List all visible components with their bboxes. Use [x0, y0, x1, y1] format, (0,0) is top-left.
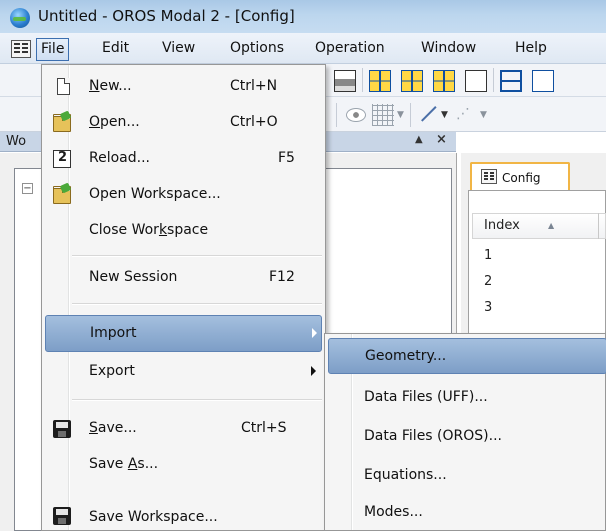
- new-document-icon: [57, 78, 70, 95]
- table-row-index[interactable]: 1: [484, 248, 492, 263]
- menu-help[interactable]: Help: [511, 38, 551, 61]
- chevron-down-icon[interactable]: ▼: [397, 110, 404, 120]
- submenu-item-label: Modes...: [364, 504, 423, 520]
- shortcut-label: Ctrl+O: [230, 114, 278, 130]
- save-workspace-icon: [53, 507, 71, 525]
- chevron-down-icon[interactable]: ▼: [480, 110, 487, 120]
- document-view-icon[interactable]: [465, 70, 487, 92]
- menu-item-label: Import: [90, 325, 137, 341]
- column-divider[interactable]: [598, 213, 599, 239]
- menu-item-import[interactable]: Import: [45, 315, 322, 352]
- submenu-item-data-files-uff[interactable]: Data Files (UFF)...: [328, 380, 606, 416]
- submenu-item-equations[interactable]: Equations...: [328, 458, 606, 494]
- arrow-tool-icon[interactable]: ⋰: [456, 106, 478, 128]
- config-tab-icon: [481, 169, 497, 184]
- workspace-pane-title: Wo: [6, 134, 27, 149]
- submenu-item-geometry[interactable]: Geometry...: [328, 338, 606, 374]
- app-globe-icon[interactable]: [10, 8, 30, 28]
- menu-item-open-workspace[interactable]: Open Workspace...: [45, 177, 322, 213]
- menu-item-close-workspace[interactable]: Close Workspace: [45, 213, 322, 249]
- close-icon[interactable]: ×: [436, 132, 447, 147]
- window-title: Untitled - OROS Modal 2 - [Config]: [38, 7, 295, 25]
- menu-item-open[interactable]: Open... Ctrl+O: [45, 105, 322, 141]
- submenu-item-label: Geometry...: [365, 348, 447, 364]
- document-menu-icon[interactable]: [11, 40, 31, 58]
- menu-separator: [72, 399, 322, 401]
- sort-ascending-icon: ▲: [548, 221, 555, 230]
- submenu-arrow-icon: [312, 328, 317, 338]
- shortcut-label: F5: [278, 150, 295, 166]
- tab-config-label: Config: [502, 171, 541, 185]
- file-menu: New... Ctrl+N Open... Ctrl+O Reload... F…: [41, 64, 326, 531]
- menu-file[interactable]: File: [36, 38, 70, 61]
- menu-edit[interactable]: Edit: [98, 38, 133, 61]
- print-icon[interactable]: [334, 70, 356, 92]
- open-folder-icon: [53, 114, 71, 132]
- menu-item-save-as[interactable]: Save As...: [45, 447, 322, 483]
- toolbar-separator: [410, 103, 411, 127]
- save-disk-icon: [53, 420, 71, 438]
- submenu-item-data-files-oros[interactable]: Data Files (OROS)...: [328, 419, 606, 455]
- shortcut-label: Ctrl+S: [241, 420, 287, 436]
- toolbar-separator: [362, 68, 363, 92]
- view-layout-3-icon[interactable]: [433, 70, 455, 92]
- submenu-item-label: Equations...: [364, 467, 447, 483]
- menu-options[interactable]: Options: [226, 38, 288, 61]
- toolbar-separator: [336, 103, 337, 127]
- pin-dropdown-icon[interactable]: ▲: [415, 134, 423, 145]
- view-layout-2-icon[interactable]: [401, 70, 423, 92]
- menu-item-label: Reload...: [89, 150, 150, 166]
- shortcut-label: Ctrl+N: [230, 78, 278, 94]
- menu-item-label: Export: [89, 363, 135, 379]
- submenu-arrow-icon: [311, 366, 316, 376]
- menu-view[interactable]: View: [158, 38, 199, 61]
- grid-icon[interactable]: [372, 104, 394, 126]
- menu-item-label: Open Workspace...: [89, 186, 221, 202]
- menu-separator: [72, 303, 322, 305]
- menu-item-label: Save Workspace...: [89, 509, 218, 525]
- menu-operation[interactable]: Operation: [311, 38, 389, 61]
- table-row-index[interactable]: 3: [484, 300, 492, 315]
- menu-item-save-workspace[interactable]: Save Workspace...: [45, 483, 322, 525]
- menu-separator: [72, 255, 322, 257]
- menu-window[interactable]: Window: [417, 38, 480, 61]
- chevron-down-icon[interactable]: ▼: [441, 110, 448, 120]
- view-layout-1-icon[interactable]: [369, 70, 391, 92]
- horizontal-split-icon[interactable]: [500, 70, 522, 92]
- reload-icon: [53, 150, 71, 168]
- menu-item-new[interactable]: New... Ctrl+N: [45, 69, 322, 105]
- menu-item-save[interactable]: Save... Ctrl+S: [45, 411, 322, 447]
- menu-item-label: New Session: [89, 269, 178, 285]
- toolbar-separator: [493, 68, 494, 92]
- open-workspace-icon: [53, 186, 71, 204]
- table-row-index[interactable]: 2: [484, 274, 492, 289]
- tree-collapse-icon[interactable]: −: [22, 183, 33, 194]
- vertical-split-icon[interactable]: [532, 70, 554, 92]
- submenu-item-label: Data Files (OROS)...: [364, 428, 502, 444]
- menu-item-export[interactable]: Export: [45, 354, 322, 390]
- submenu-item-modes[interactable]: Modes...: [328, 495, 606, 531]
- eye-icon[interactable]: [346, 108, 366, 122]
- import-submenu: Geometry... Data Files (UFF)... Data Fil…: [324, 333, 606, 531]
- menu-item-reload[interactable]: Reload... F5: [45, 141, 322, 177]
- shortcut-label: F12: [269, 269, 295, 285]
- column-header-label: Index: [484, 218, 520, 233]
- menu-item-new-session[interactable]: New Session F12: [45, 260, 322, 296]
- submenu-item-label: Data Files (UFF)...: [364, 389, 488, 405]
